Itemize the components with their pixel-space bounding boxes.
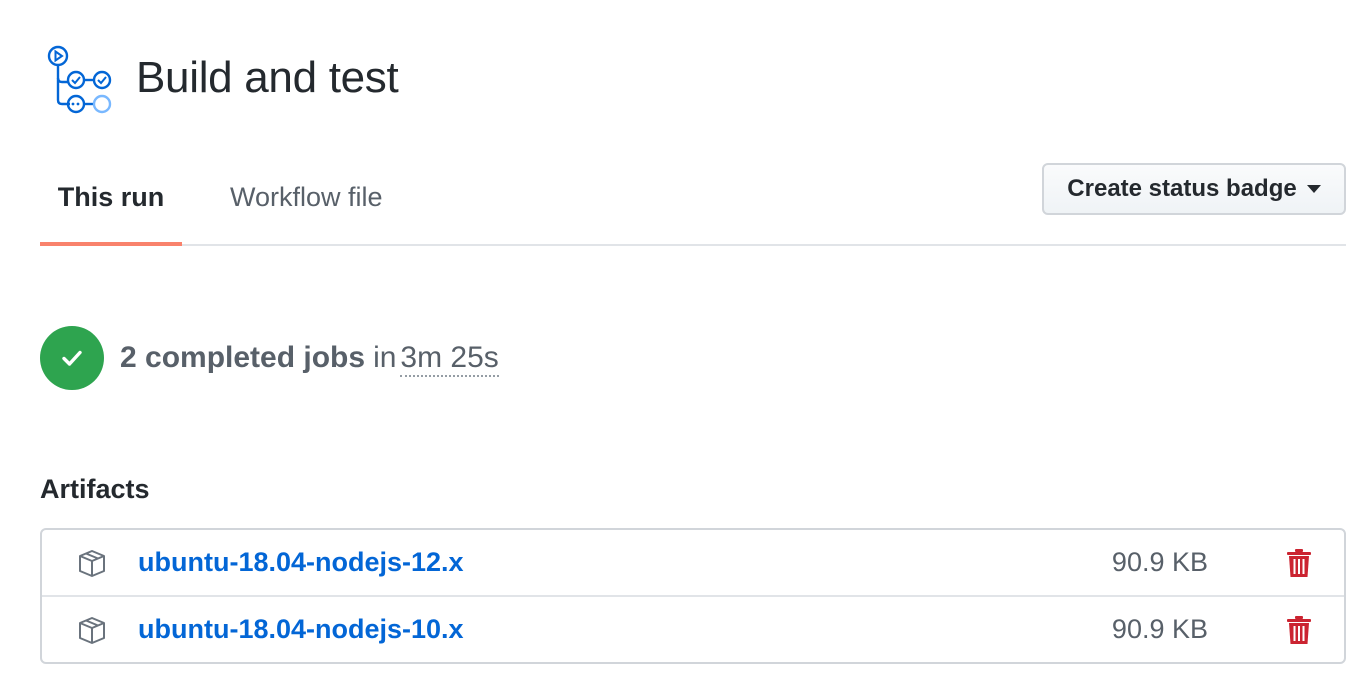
workflow-run-page: Build and test This run Workflow file Cr… <box>0 0 1370 698</box>
artifact-size: 90.9 KB <box>1111 614 1208 644</box>
summary-text: 2 completed jobs in 3m 25s <box>120 341 499 377</box>
delete-artifact-button[interactable] <box>1284 546 1314 580</box>
run-tabs: This run Workflow file Create status bad… <box>40 150 1346 246</box>
page-title: Build and test <box>136 53 399 102</box>
summary-in-label: in <box>373 341 397 374</box>
check-icon <box>62 350 82 366</box>
artifact-list: ubuntu-18.04-nodejs-12.x 90.9 KB ubuntu-… <box>40 528 1346 664</box>
completed-jobs-count: 2 completed jobs <box>120 341 366 374</box>
trash-icon <box>1287 548 1311 577</box>
caret-down-icon <box>1306 185 1321 193</box>
page-header: Build and test <box>40 40 399 116</box>
success-status-icon <box>40 326 104 390</box>
artifact-row: ubuntu-18.04-nodejs-12.x 90.9 KB <box>42 530 1344 595</box>
artifact-row: ubuntu-18.04-nodejs-10.x 90.9 KB <box>42 595 1344 662</box>
trash-icon <box>1287 615 1311 644</box>
create-status-badge-button[interactable]: Create status badge <box>1042 163 1346 215</box>
run-summary: 2 completed jobs in 3m 25s <box>40 326 499 390</box>
artifact-link[interactable]: ubuntu-18.04-nodejs-10.x <box>138 614 464 645</box>
delete-artifact-button[interactable] <box>1284 613 1314 647</box>
artifact-size: 90.9 KB <box>1111 547 1208 577</box>
workflow-icon <box>47 45 112 114</box>
run-duration: 3m 25s <box>400 341 499 377</box>
package-icon <box>79 549 105 577</box>
artifact-link[interactable]: ubuntu-18.04-nodejs-12.x <box>138 547 464 578</box>
tab-workflow-file[interactable]: Workflow file <box>230 150 383 244</box>
create-status-badge-label: Create status badge <box>1067 175 1297 202</box>
package-icon <box>79 616 105 644</box>
tab-this-run[interactable]: This run <box>40 150 182 246</box>
artifacts-heading: Artifacts <box>40 474 150 504</box>
